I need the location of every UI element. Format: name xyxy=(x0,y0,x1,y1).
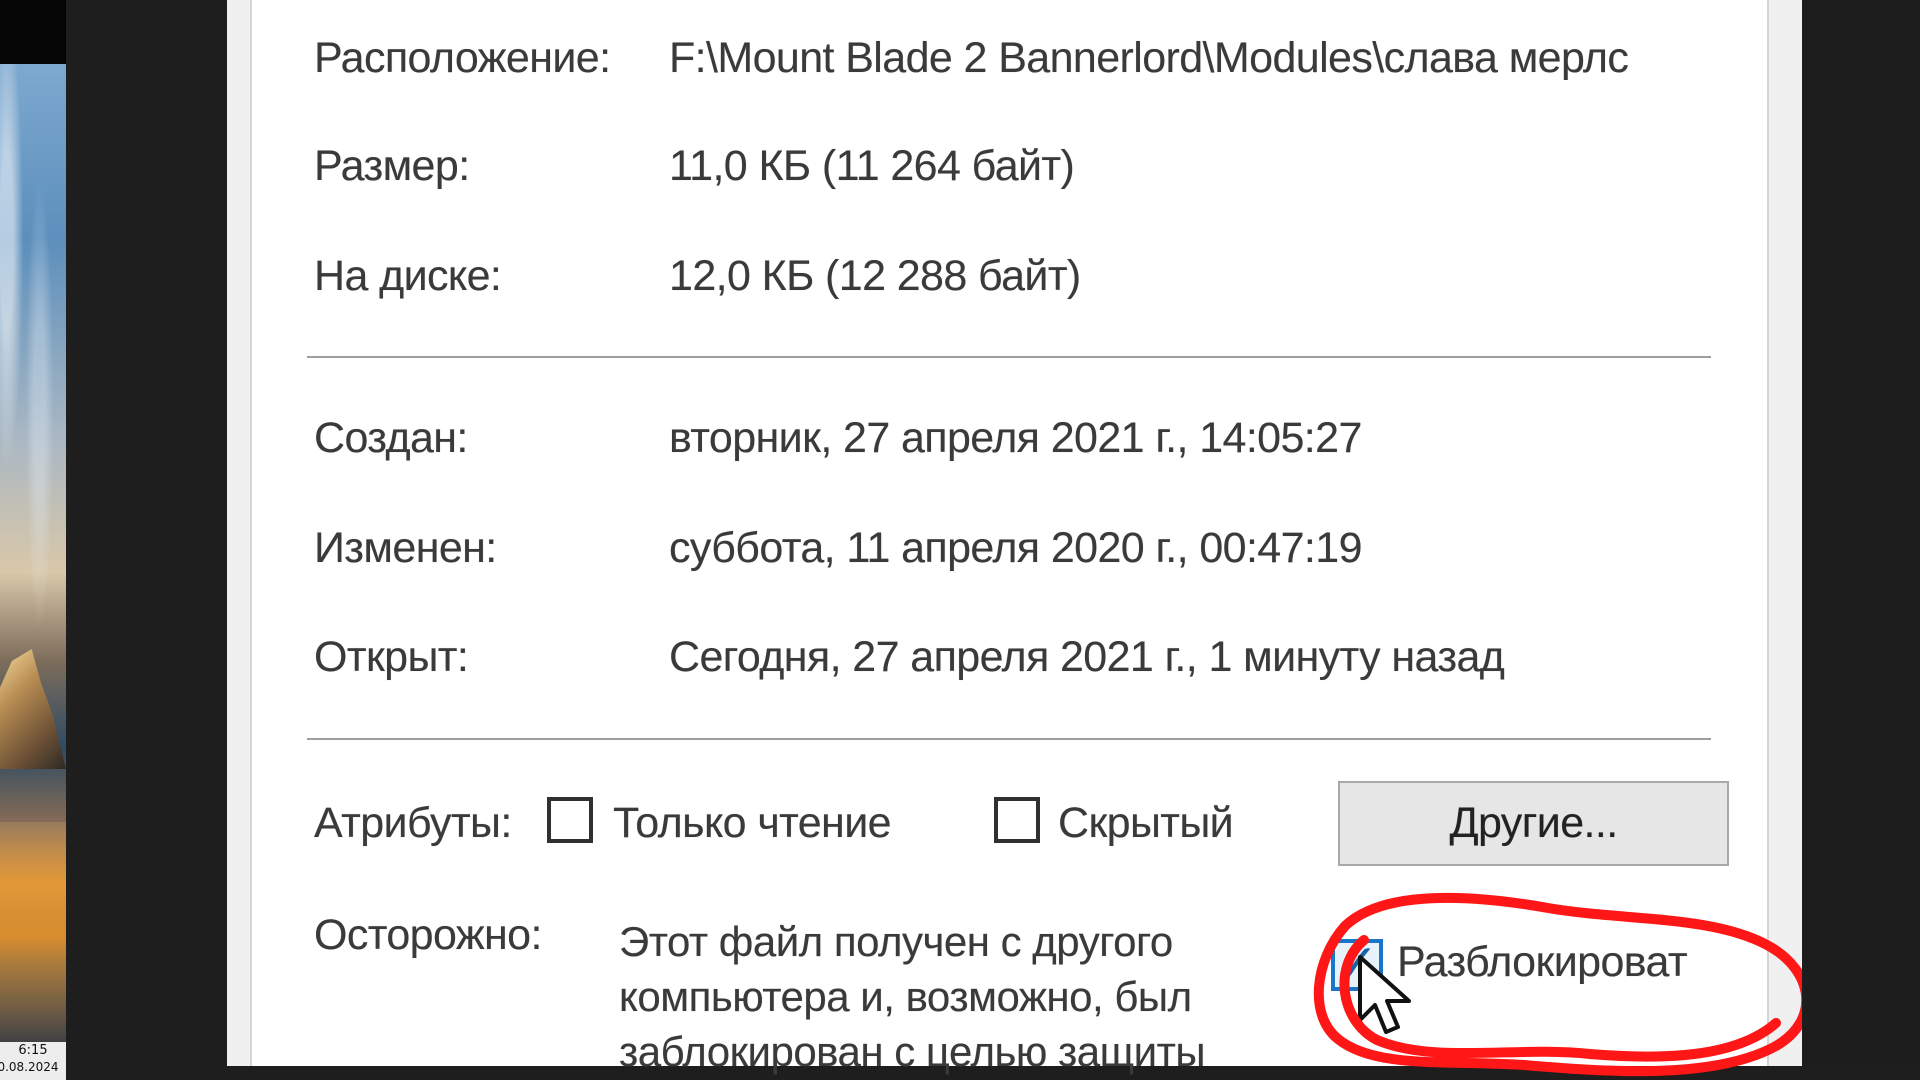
taskbar-time: 6:15 xyxy=(18,1043,48,1058)
disk-size-value: 12,0 КБ (12 288 байт) xyxy=(669,252,1081,300)
top-left-black-strip xyxy=(0,0,66,64)
properties-dialog-zoom-screenshot: 6:15 0.08.2024 Расположение: F:\Mount Bl… xyxy=(0,0,1920,1080)
hidden-checkbox[interactable] xyxy=(994,797,1040,843)
security-warning-line-2: компьютера и, возможно, был xyxy=(619,973,1192,1020)
opened-value: Сегодня, 27 апреля 2021 г., 1 минуту наз… xyxy=(669,633,1505,681)
security-warning-text: Этот файл получен с другого компьютера и… xyxy=(619,914,1309,1079)
properties-separator-bottom xyxy=(307,738,1711,740)
created-value: вторник, 27 апреля 2021 г., 14:05:27 xyxy=(669,414,1362,462)
location-label: Расположение: xyxy=(314,34,611,82)
opened-label: Открыт: xyxy=(314,633,469,681)
taskbar-date: 0.08.2024 xyxy=(0,1060,59,1074)
unblock-checkbox-label[interactable]: Разблокироват xyxy=(1397,941,1735,984)
security-warning-line-3: заблокирован с целью защиты xyxy=(619,1028,1206,1075)
security-warning-line-1: Этот файл получен с другого xyxy=(619,918,1173,965)
caution-label: Осторожно: xyxy=(314,911,542,959)
taskbar-clock[interactable]: 6:15 0.08.2024 xyxy=(0,1042,66,1080)
wallpaper-sea-glow xyxy=(0,822,66,1067)
modified-label: Изменен: xyxy=(314,524,497,572)
properties-separator-top xyxy=(307,356,1711,358)
wallpaper-rock xyxy=(0,649,66,769)
hidden-checkbox-label[interactable]: Скрытый xyxy=(1058,802,1234,845)
created-label: Создан: xyxy=(314,414,468,462)
disk-size-label: На диске: xyxy=(314,252,502,300)
right-dark-margin xyxy=(1802,0,1920,1066)
location-value: F:\Mount Blade 2 Bannerlord\Modules\слав… xyxy=(669,37,1629,80)
other-attributes-button[interactable]: Другие... xyxy=(1338,781,1729,866)
readonly-checkbox[interactable] xyxy=(547,797,593,843)
desktop-wallpaper xyxy=(0,64,66,1067)
size-label: Размер: xyxy=(314,142,470,190)
attributes-label: Атрибуты: xyxy=(314,799,512,847)
size-value: 11,0 КБ (11 264 байт) xyxy=(669,142,1075,190)
mouse-pointer-icon xyxy=(1358,955,1411,1034)
readonly-checkbox-label[interactable]: Только чтение xyxy=(613,802,892,845)
modified-value: суббота, 11 апреля 2020 г., 00:47:19 xyxy=(669,524,1363,572)
